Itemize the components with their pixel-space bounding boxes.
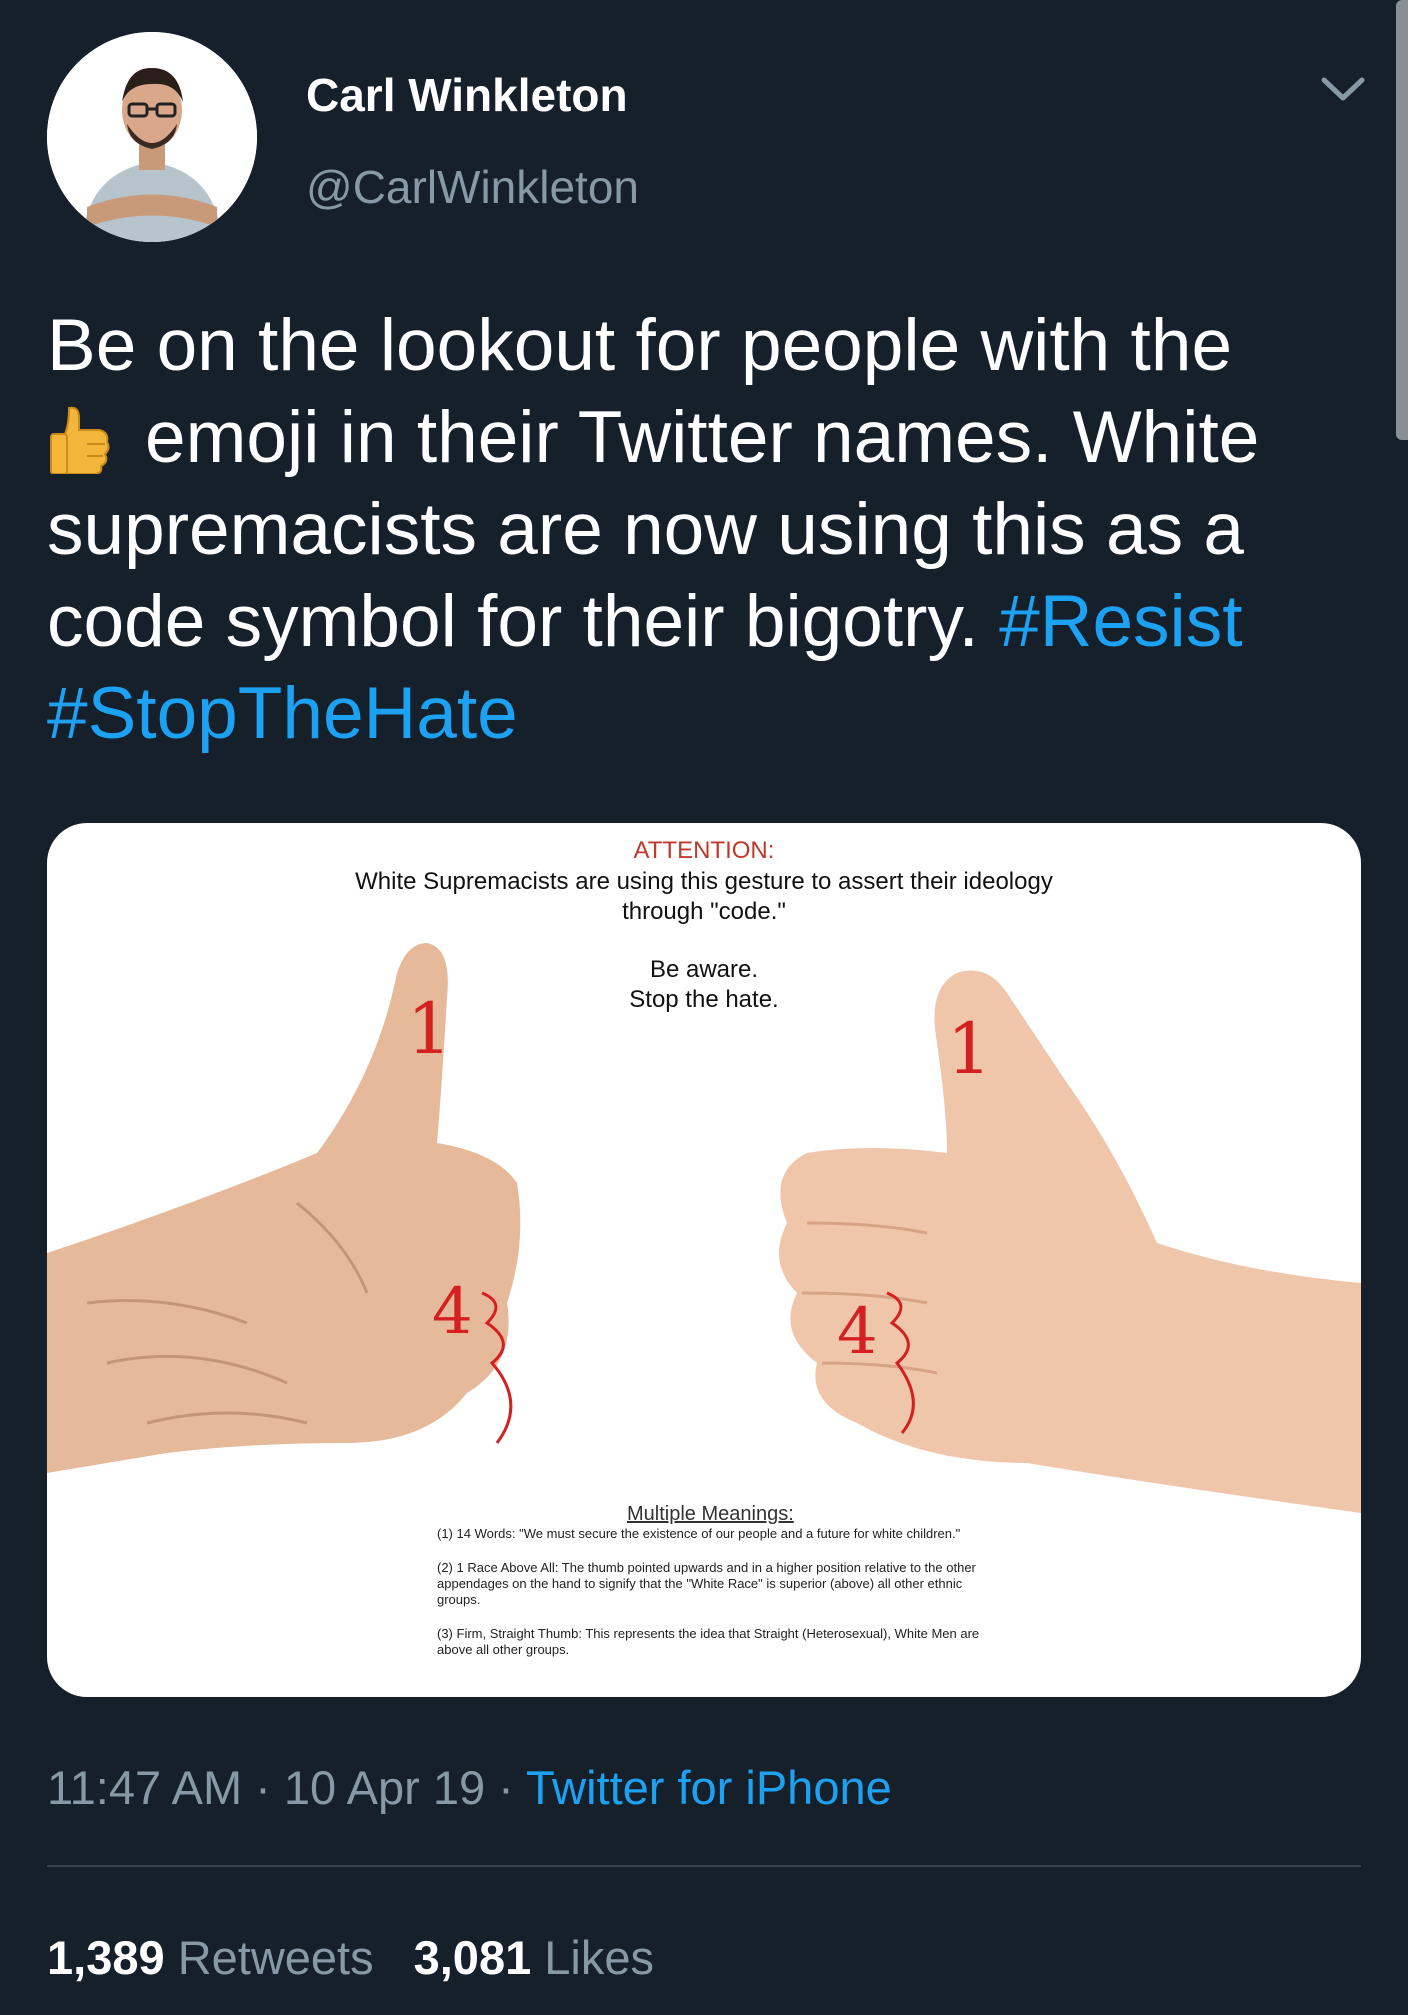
scrollbar[interactable] [1396,0,1408,440]
hashtag-link[interactable]: #Resist [999,581,1242,662]
meaning-item: (1) 14 Words: "We must secure the existe… [437,1526,961,1541]
tweet-text: Be on the lookout for people with the em… [47,300,1357,760]
tweet-line: supremacists are now using this as a [47,489,1244,570]
attention-title: ATTENTION: [633,837,775,864]
attention-subtitle: White Supremacists are using this gestur… [355,868,1053,925]
tweet-line: emoji in their Twitter names. White [47,392,1357,484]
meanings-title: Multiple Meanings: [627,1503,794,1525]
meta-separator: · [242,1761,284,1814]
meaning-item: (2) 1 Race Above All: The thumb pointed … [437,1560,976,1607]
aware-line: Be aware. [649,956,759,983]
tweet-line: Be on the lookout for people with the [47,305,1233,386]
chevron-down-icon[interactable] [1318,70,1368,110]
meaning-item: (3) Firm, Straight Thumb: This represent… [437,1626,980,1657]
mark-four-right: 4 [837,1295,878,1369]
aware-text: Be aware. Stop the hate. [47,955,1361,1015]
display-name[interactable]: Carl Winkleton [306,68,628,122]
retweets-count: 1,389 [47,1931,165,1984]
tweet-date: 10 Apr 19 [283,1761,486,1814]
aware-line: Stop the hate. [629,986,779,1013]
retweets-label: Retweets [177,1931,374,1984]
likes-count: 3,081 [413,1931,532,1984]
thumbs-up-icon [47,404,111,475]
divider [47,1865,1361,1867]
likes-stat[interactable]: 3,081 Likes [414,1931,654,1984]
tweet-time: 11:47 AM [47,1761,243,1814]
meanings-list: (1) 14 Words: "We must secure the existe… [437,1526,1007,1676]
tweet-stats: 1,389 Retweets 3,081 Likes [47,1930,654,1985]
likes-label: Likes [544,1931,655,1984]
mark-four-left: 4 [432,1275,473,1349]
avatar[interactable] [47,32,257,242]
retweets-stat[interactable]: 1,389 Retweets [47,1931,374,1984]
user-handle[interactable]: @CarlWinkleton [306,160,639,214]
tweet-line-text: emoji in their Twitter names. White [145,397,1260,478]
hashtag-link[interactable]: #StopTheHate [47,673,518,754]
tweet-meta: 11:47 AM · 10 Apr 19 · Twitter for iPhon… [47,1760,892,1815]
avatar-image [47,32,257,242]
media-image[interactable]: 1 1 4 4 ATTENTION: White Supremacists ar… [47,823,1361,1697]
source-link[interactable]: Twitter for iPhone [526,1761,892,1814]
tweet-line: #StopTheHate [47,668,1357,760]
mark-one-right: 1 [947,1008,992,1090]
tweet-line: code symbol for their bigotry. #Resist [47,576,1357,668]
tweet-detail: Carl Winkleton @CarlWinkleton Be on the … [0,0,1408,2015]
tweet-line-text: code symbol for their bigotry. [47,581,979,662]
meta-separator: · [485,1761,527,1814]
